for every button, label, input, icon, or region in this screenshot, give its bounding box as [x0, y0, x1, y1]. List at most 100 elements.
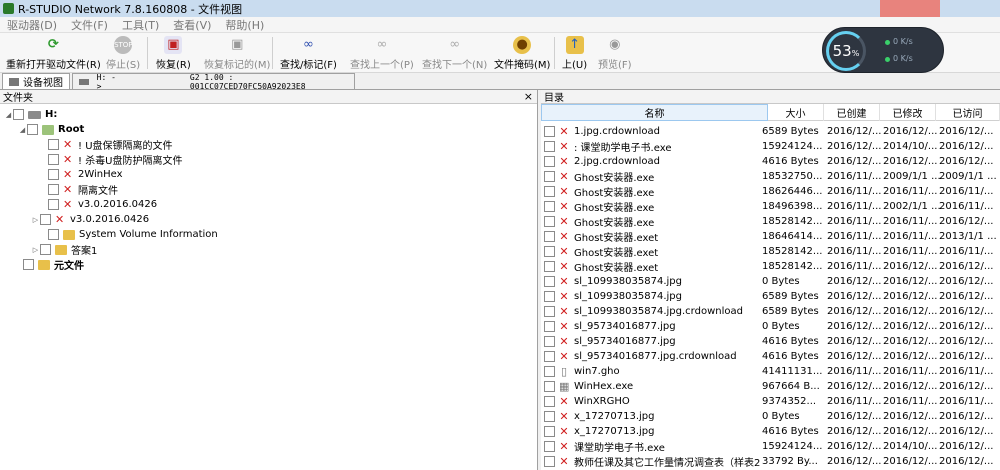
- row-checkbox[interactable]: [544, 321, 555, 332]
- table-row[interactable]: ✕ sl_109938035874.jpg 0 Bytes 2016/12/... 20…: [541, 274, 1000, 289]
- close-icon[interactable]: ×: [524, 90, 533, 103]
- row-checkbox[interactable]: [544, 456, 555, 467]
- row-checkbox[interactable]: [544, 156, 555, 167]
- find-prev-button[interactable]: ∞ 查找上一个(P): [350, 36, 414, 71]
- tree-item[interactable]: ✕ 2WinHex: [39, 167, 123, 182]
- tab-drive-h[interactable]: H: -> G2 1.00 : 001CC07CED70FC50A92023E8: [72, 73, 355, 91]
- column-header-modified[interactable]: 已修改: [880, 104, 936, 121]
- table-row[interactable]: ✕ sl_109938035874.jpg.crdownload 6589 Byte…: [541, 304, 1000, 319]
- column-header-name[interactable]: 名称: [541, 104, 768, 121]
- tree-checkbox[interactable]: [40, 244, 51, 255]
- recover-marked-button[interactable]: ▣ 恢复标记的(M): [204, 36, 270, 71]
- folder-icon: [63, 229, 75, 240]
- tree-checkbox[interactable]: [48, 154, 59, 165]
- tree-checkbox[interactable]: [48, 229, 59, 240]
- menu-help[interactable]: 帮助(H): [218, 17, 271, 33]
- expand-icon[interactable]: ▷: [31, 216, 40, 224]
- menu-file[interactable]: 文件(F): [64, 17, 115, 33]
- find-mark-button[interactable]: ∞ 查找/标记(F): [280, 36, 337, 71]
- tree-item[interactable]: ▷ 答案1: [31, 242, 97, 257]
- table-row[interactable]: ▦ WinHex.exe 967664 B... 2016/12/... 2016/12…: [541, 379, 1000, 394]
- row-checkbox[interactable]: [544, 441, 555, 452]
- row-checkbox[interactable]: [544, 216, 555, 227]
- row-checkbox[interactable]: [544, 381, 555, 392]
- row-checkbox[interactable]: [544, 141, 555, 152]
- tree-checkbox[interactable]: [27, 124, 38, 135]
- menu-tools[interactable]: 工具(T): [115, 17, 166, 33]
- table-row[interactable]: ✕ Ghost安装器.exe 18496398... 2016/11/... 2002/…: [541, 199, 1000, 214]
- tree-checkbox[interactable]: [23, 259, 34, 270]
- column-header-accessed[interactable]: 已访问: [936, 104, 1000, 121]
- table-row[interactable]: ✕ Ghost安装器.exet 18528142... 2016/11/... 2016…: [541, 259, 1000, 274]
- table-row[interactable]: ✕ 课堂助学电子书.exe 15924124... 2016/12/... 2014/…: [541, 439, 1000, 454]
- table-row[interactable]: ✕ WinXRGHO 9374352... 2016/11/... 2016/11/..…: [541, 394, 1000, 409]
- row-checkbox[interactable]: [544, 276, 555, 287]
- table-row[interactable]: ✕ x_17270713.jpg 0 Bytes 2016/12/... 2016/12…: [541, 409, 1000, 424]
- row-checkbox[interactable]: [544, 261, 555, 272]
- preview-button[interactable]: ◉ 预览(F): [598, 36, 632, 71]
- table-row[interactable]: ✕ 1.jpg.crdownload 6589 Bytes 2016/12/... 20…: [541, 124, 1000, 139]
- tree-checkbox[interactable]: [48, 169, 59, 180]
- tree-item[interactable]: ✕ v3.0.2016.0426: [39, 197, 157, 212]
- tree-item-metafiles[interactable]: 元文件: [23, 257, 84, 272]
- file-modified: 2014/10/...: [883, 141, 938, 152]
- find-next-button[interactable]: ∞ 查找下一个(N): [422, 36, 487, 71]
- tree-item[interactable]: ✕ ! U盘保镖隔离的文件: [39, 137, 173, 152]
- tree-item-drive[interactable]: ◢ H:: [4, 107, 57, 122]
- table-row[interactable]: ✕ sl_95734016877.jpg 0 Bytes 2016/12/... 201…: [541, 319, 1000, 334]
- up-button[interactable]: ↑ 上(U): [562, 36, 587, 71]
- tree-checkbox[interactable]: [48, 199, 59, 210]
- reopen-drive-button[interactable]: ⟳ 重新打开驱动文件(R): [6, 36, 101, 71]
- table-row[interactable]: ✕ Ghost安装器.exe 18532750... 2016/11/... 2009/…: [541, 169, 1000, 184]
- row-checkbox[interactable]: [544, 411, 555, 422]
- tab-device-view[interactable]: 设备视图: [2, 73, 70, 89]
- row-checkbox[interactable]: [544, 366, 555, 377]
- table-row[interactable]: ✕ sl_109938035874.jpg 6589 Bytes 2016/12/..…: [541, 289, 1000, 304]
- tree-item[interactable]: ✕ ! 杀毒U盘防护隔离文件: [39, 152, 183, 167]
- row-checkbox[interactable]: [544, 126, 555, 137]
- collapse-icon[interactable]: ◢: [4, 111, 13, 119]
- menu-drive[interactable]: 驱动器(D): [0, 17, 64, 33]
- row-checkbox[interactable]: [544, 186, 555, 197]
- row-checkbox[interactable]: [544, 351, 555, 362]
- table-row[interactable]: ✕ 2.jpg.crdownload 4616 Bytes 2016/12/... 20…: [541, 154, 1000, 169]
- table-row[interactable]: ✕ Ghost安装器.exet 18528142... 2016/11/... 2016…: [541, 244, 1000, 259]
- row-checkbox[interactable]: [544, 171, 555, 182]
- row-checkbox[interactable]: [544, 336, 555, 347]
- row-checkbox[interactable]: [544, 426, 555, 437]
- row-checkbox[interactable]: [544, 201, 555, 212]
- table-row[interactable]: ✕ x_17270713.jpg 4616 Bytes 2016/12/... 2016…: [541, 424, 1000, 439]
- tree-checkbox[interactable]: [48, 139, 59, 150]
- recover-button[interactable]: ▣ 恢复(R): [156, 36, 191, 71]
- row-checkbox[interactable]: [544, 246, 555, 257]
- stop-button[interactable]: STOP 停止(S): [106, 36, 140, 71]
- row-checkbox[interactable]: [544, 306, 555, 317]
- tree-item[interactable]: System Volume Information: [39, 227, 218, 242]
- close-button[interactable]: [880, 0, 940, 17]
- table-row[interactable]: ✕ Ghost安装器.exe 18626446... 2016/11/... 2016/…: [541, 184, 1000, 199]
- table-row[interactable]: ✕ 教师任课及其它工作量情况调查表（样表201...33792 By... 2016…: [541, 454, 1000, 469]
- tree-item[interactable]: ✕ 隔离文件: [39, 182, 118, 197]
- usage-ring: 53%: [826, 31, 866, 71]
- row-checkbox[interactable]: [544, 396, 555, 407]
- table-row[interactable]: ▯ win7.gho 41411131... 2016/11/... 2016/11/.…: [541, 364, 1000, 379]
- table-row[interactable]: ✕ Ghost安装器.exe 18528142... 2016/11/... 2016/…: [541, 214, 1000, 229]
- network-gauge[interactable]: 53% 0 K/s 0 K/s: [822, 27, 944, 73]
- tree-item[interactable]: ▷ ✕ v3.0.2016.0426: [31, 212, 149, 227]
- table-row[interactable]: ✕ Ghost安装器.exet 18646414... 2016/11/... 2016…: [541, 229, 1000, 244]
- column-header-created[interactable]: 已创建: [824, 104, 880, 121]
- table-row[interactable]: ✕ sl_95734016877.jpg.crdownload 4616 Bytes…: [541, 349, 1000, 364]
- row-checkbox[interactable]: [544, 291, 555, 302]
- expand-icon[interactable]: ▷: [31, 246, 40, 254]
- table-row[interactable]: ✕: 课堂助学电子书.exe 15924124... 2016/12/... 2014…: [541, 139, 1000, 154]
- tree-checkbox[interactable]: [13, 109, 24, 120]
- tree-checkbox[interactable]: [40, 214, 51, 225]
- table-row[interactable]: ✕ sl_95734016877.jpg 4616 Bytes 2016/12/...…: [541, 334, 1000, 349]
- tree-checkbox[interactable]: [48, 184, 59, 195]
- column-header-size[interactable]: 大小: [768, 104, 824, 121]
- menu-view[interactable]: 查看(V): [166, 17, 218, 33]
- tree-item-root[interactable]: ◢ Root: [18, 122, 84, 137]
- row-checkbox[interactable]: [544, 231, 555, 242]
- file-mask-button[interactable]: ● 文件掩码(M): [494, 36, 550, 71]
- collapse-icon[interactable]: ◢: [18, 126, 27, 134]
